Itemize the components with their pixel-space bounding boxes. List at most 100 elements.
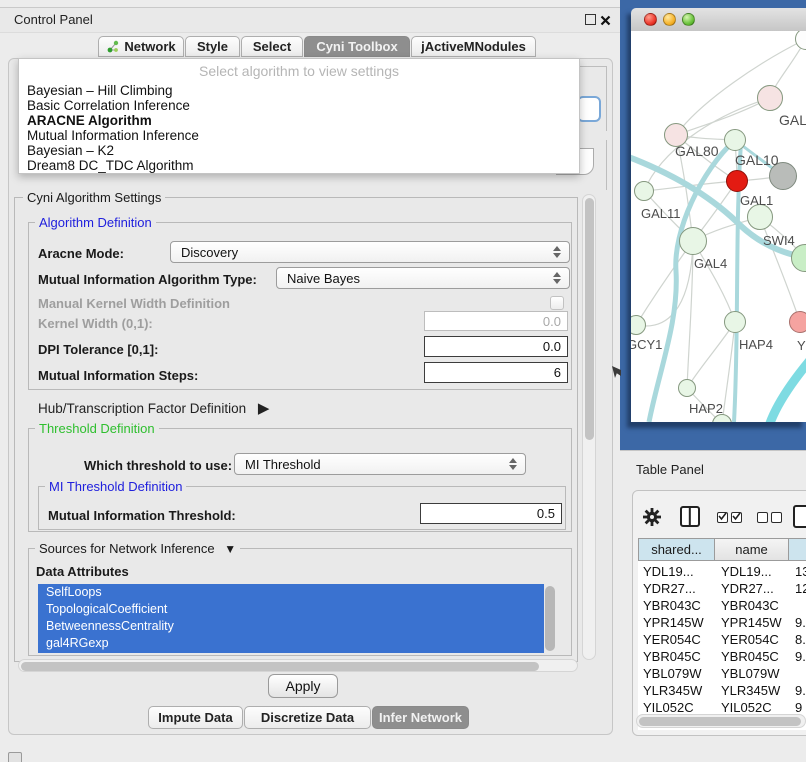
table-cell[interactable]: YPR145W — [716, 615, 782, 630]
table-cell[interactable]: YBL079W — [638, 666, 702, 681]
deselect-all-checkbox-icon[interactable] — [771, 512, 782, 523]
table-cell[interactable]: 9 — [790, 700, 802, 715]
collapse-arrow-icon: ▼ — [224, 542, 236, 556]
graph-node-salmon[interactable] — [789, 311, 806, 333]
list-item[interactable]: gal4RGexp — [38, 635, 544, 652]
table-cell[interactable]: 9. — [790, 615, 806, 630]
table-cell[interactable]: YDR27... — [638, 581, 696, 596]
select-all-checkbox-icon[interactable] — [717, 512, 728, 523]
tab-impute-data[interactable]: Impute Data — [148, 706, 243, 729]
tab-discretize-data[interactable]: Discretize Data — [244, 706, 371, 729]
popup-item[interactable]: Bayesian – Hill Climbing — [19, 83, 579, 98]
network-canvas[interactable]: GAL GAL80 GAL10 GAL11 GAL1 SWI4 GAL4 GCY… — [631, 31, 806, 422]
tab-impute-data-label: Impute Data — [158, 710, 232, 725]
list-item[interactable]: BetweennessCentrality — [38, 618, 544, 635]
data-attributes-list: SelfLoops TopologicalCoefficient Between… — [38, 584, 544, 653]
table-cell[interactable]: YIL052C — [638, 700, 694, 715]
mi-type-combo[interactable]: Naive Bayes — [276, 267, 570, 289]
collapsed-panel-icon[interactable] — [8, 752, 22, 762]
sources-title-row[interactable]: Sources for Network Inference ▼ — [35, 541, 240, 556]
focused-combo-fragment[interactable] — [577, 96, 601, 122]
hub-definition-toggle[interactable]: Hub/Transcription Factor Definition ▶ — [38, 399, 269, 417]
cyni-algorithm-settings-title: Cyni Algorithm Settings — [23, 190, 165, 205]
manual-kernel-label: Manual Kernel Width Definition — [38, 296, 230, 311]
dpi-tolerance-label: DPI Tolerance [0,1]: — [38, 342, 158, 357]
mi-threshold-field[interactable]: 0.5 — [420, 503, 562, 524]
mi-steps-field[interactable]: 6 — [424, 362, 568, 383]
table-cell[interactable]: YBR043C — [638, 598, 701, 613]
select-all-checkbox-icon[interactable] — [731, 512, 742, 523]
list-scrollbar[interactable] — [545, 586, 555, 651]
graph-node-gal4[interactable] — [679, 227, 707, 255]
graph-node-gal10[interactable] — [724, 129, 746, 151]
table-hscrollbar-thumb[interactable] — [639, 717, 801, 726]
mi-type-value: Naive Bayes — [287, 271, 360, 286]
graph-node-hap4[interactable] — [724, 311, 746, 333]
column-header-shared[interactable]: shared... — [638, 538, 715, 561]
table-cell[interactable]: YLR345W — [638, 683, 702, 698]
popup-item[interactable]: Basic Correlation Inference — [19, 98, 579, 113]
which-threshold-value: MI Threshold — [245, 457, 321, 472]
table-cell[interactable]: YBR045C — [638, 649, 701, 664]
gear-icon[interactable] — [643, 508, 661, 531]
table-cell[interactable]: YBL079W — [716, 666, 780, 681]
graph-node[interactable] — [757, 85, 783, 111]
manual-kernel-checkbox[interactable] — [550, 296, 564, 310]
close-icon[interactable] — [600, 13, 611, 31]
network-tab-icon — [106, 40, 119, 53]
table-cell[interactable]: 9. — [790, 649, 806, 664]
graph-node-hap2[interactable] — [678, 379, 696, 397]
popup-item-selected[interactable]: ARACNE Algorithm — [19, 113, 579, 128]
table-cell[interactable]: YER054C — [638, 632, 701, 647]
document-icon[interactable] — [793, 505, 806, 528]
apply-button[interactable]: Apply — [268, 674, 338, 698]
node-label-gal1: GAL1 — [740, 193, 773, 208]
settings-hscrollbar-thumb[interactable] — [21, 662, 539, 671]
graph-node-gal11[interactable] — [634, 181, 654, 201]
table-cell[interactable]: 12 — [790, 581, 806, 596]
zoom-traffic-light[interactable] — [682, 13, 695, 26]
table-cell[interactable]: 8. — [790, 632, 806, 647]
tab-jactivemnodules[interactable]: jActiveMNodules — [411, 36, 536, 57]
table-cell[interactable]: 9. — [790, 683, 806, 698]
settings-vscrollbar-thumb[interactable] — [585, 198, 594, 440]
tab-select[interactable]: Select — [241, 36, 303, 57]
close-traffic-light[interactable] — [644, 13, 657, 26]
table-cell[interactable]: YIL052C — [716, 700, 772, 715]
node-label-gal4: GAL4 — [694, 256, 727, 271]
popup-item[interactable]: Dream8 DC_TDC Algorithm — [19, 158, 579, 173]
tab-style[interactable]: Style — [185, 36, 240, 57]
popup-item[interactable]: Bayesian – K2 — [19, 143, 579, 158]
minimize-traffic-light[interactable] — [663, 13, 676, 26]
tab-network[interactable]: Network — [98, 36, 184, 57]
table-cell[interactable]: YBR043C — [716, 598, 779, 613]
table-cell[interactable]: 13 — [790, 564, 806, 579]
deselect-all-checkbox-icon[interactable] — [757, 512, 768, 523]
dpi-tolerance-field[interactable]: 0.0 — [424, 336, 568, 357]
float-window-icon[interactable] — [585, 14, 596, 25]
table-cell[interactable]: YER054C — [716, 632, 779, 647]
table-hscrollbar-track[interactable] — [636, 714, 806, 728]
settings-vscrollbar-track[interactable] — [582, 194, 596, 660]
settings-hscrollbar-track[interactable] — [18, 659, 578, 672]
combo-spinner-icon — [553, 272, 560, 284]
tab-cyni-toolbox[interactable]: Cyni Toolbox — [304, 36, 410, 57]
aracne-mode-combo[interactable]: Discovery — [170, 241, 570, 263]
tab-infer-network[interactable]: Infer Network — [372, 706, 469, 729]
popup-item[interactable]: Mutual Information Inference — [19, 128, 579, 143]
table-cell[interactable]: YDR27... — [716, 581, 774, 596]
list-item[interactable]: TopologicalCoefficient — [38, 601, 544, 618]
column-header-extra[interactable] — [788, 538, 806, 561]
table-cell[interactable]: YPR145W — [638, 615, 704, 630]
table-cell[interactable]: YDL19... — [716, 564, 772, 579]
columns-icon[interactable] — [680, 506, 700, 527]
column-header-name[interactable]: name — [714, 538, 789, 561]
which-threshold-combo[interactable]: MI Threshold — [234, 453, 526, 475]
table-cell[interactable]: YDL19... — [638, 564, 694, 579]
node-table: shared... name YDL19... YDL19... 13 YDR2… — [638, 538, 806, 730]
list-item[interactable]: SelfLoops — [38, 584, 544, 601]
table-cell[interactable]: YLR345W — [716, 683, 780, 698]
table-cell[interactable]: YBR045C — [716, 649, 779, 664]
kernel-width-field[interactable]: 0.0 — [424, 311, 568, 331]
graph-node-selected[interactable] — [726, 170, 748, 192]
